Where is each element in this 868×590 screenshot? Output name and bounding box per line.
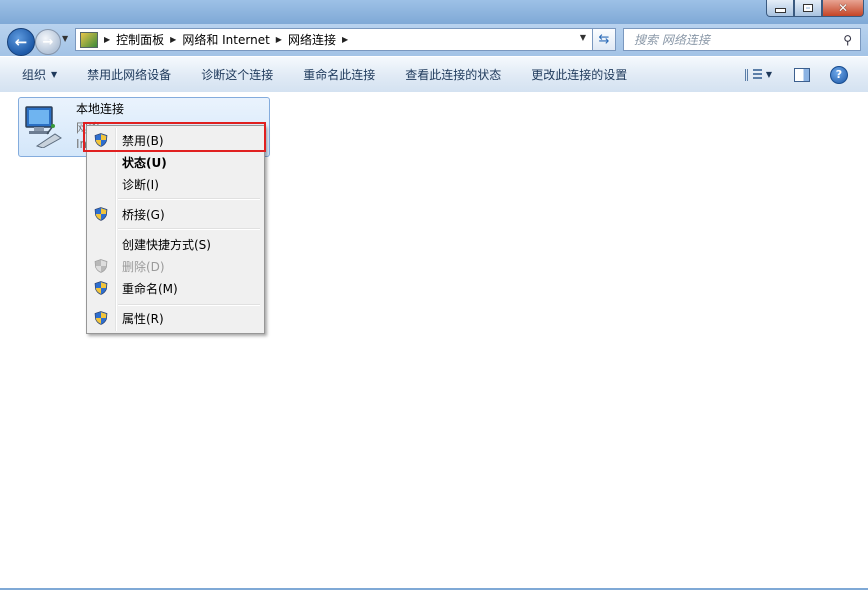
uac-shield-icon — [94, 207, 108, 221]
context-menu: 禁用(B) 状态(U) 诊断(I) 桥接(G) 创建快捷方式(S) 删除(D) — [86, 125, 265, 334]
uac-shield-icon — [94, 281, 108, 295]
annotation-highlight-box — [83, 122, 266, 152]
uac-shield-icon — [94, 259, 108, 273]
maximize-button[interactable] — [794, 0, 822, 17]
command-bar: 组织 ▼ 禁用此网络设备 诊断这个连接 重命名此连接 查看此连接的状态 更改此连… — [0, 56, 868, 93]
menu-item-label: 状态(U) — [122, 155, 167, 170]
breadcrumb-control-panel[interactable]: 控制面板 — [116, 31, 164, 48]
forward-button[interactable]: → — [35, 29, 61, 55]
menu-item-delete: 删除(D) — [89, 255, 262, 277]
change-settings-button[interactable]: 更改此连接的设置 — [516, 63, 642, 87]
menu-item-properties[interactable]: 属性(R) — [89, 307, 262, 329]
menu-item-label: 删除(D) — [122, 259, 165, 274]
window-controls: ✕ — [766, 0, 864, 17]
refresh-button[interactable]: ⇆ — [592, 28, 616, 51]
rename-connection-button[interactable]: 重命名此连接 — [288, 63, 390, 87]
forward-arrow-icon: → — [42, 34, 54, 50]
breadcrumb-separator-icon[interactable]: ▶ — [276, 35, 282, 44]
menu-separator — [118, 228, 260, 230]
close-button[interactable]: ✕ — [822, 0, 864, 17]
search-box[interactable]: 搜索 网络连接 ⚲ — [623, 28, 861, 51]
menu-item-label: 创建快捷方式(S) — [122, 237, 211, 252]
address-bar[interactable]: ▶ 控制面板 ▶ 网络和 Internet ▶ 网络连接 ▶ ▼ — [75, 28, 593, 51]
view-status-button[interactable]: 查看此连接的状态 — [390, 63, 516, 87]
title-bar: ✕ — [0, 0, 868, 24]
navigation-bar: ← → ▼ ▶ 控制面板 ▶ 网络和 Internet ▶ 网络连接 ▶ ▼ ⇆… — [0, 24, 868, 56]
view-options-dropdown[interactable]: ▼ — [766, 70, 772, 79]
menu-item-label: 诊断(I) — [122, 177, 159, 192]
preview-pane-icon[interactable] — [794, 67, 810, 82]
diagnose-connection-button[interactable]: 诊断这个连接 — [186, 63, 288, 87]
minimize-button[interactable] — [766, 0, 794, 17]
menu-item-label: 桥接(G) — [122, 207, 165, 222]
breadcrumb-separator-icon[interactable]: ▶ — [342, 35, 348, 44]
network-adapter-icon — [25, 106, 62, 148]
menu-item-create-shortcut[interactable]: 创建快捷方式(S) — [89, 233, 262, 255]
disable-device-button[interactable]: 禁用此网络设备 — [72, 63, 186, 87]
search-icon[interactable]: ⚲ — [843, 33, 852, 47]
address-history-dropdown[interactable]: ▼ — [580, 33, 586, 42]
menu-separator — [118, 304, 260, 306]
connection-name: 本地连接 — [76, 102, 125, 116]
chevron-down-icon: ▼ — [51, 70, 58, 79]
toolbar-right-controls: ▼ ? — [744, 57, 868, 92]
minimize-icon — [774, 8, 786, 13]
menu-item-status[interactable]: 状态(U) — [89, 151, 262, 173]
breadcrumb-network-connections[interactable]: 网络连接 — [288, 31, 336, 48]
menu-separator — [118, 198, 260, 200]
organize-button[interactable]: 组织 ▼ — [0, 63, 72, 87]
menu-item-rename[interactable]: 重命名(M) — [89, 277, 262, 299]
breadcrumb-network-internet[interactable]: 网络和 Internet — [182, 31, 269, 48]
maximize-icon — [803, 4, 813, 12]
menu-item-bridge[interactable]: 桥接(G) — [89, 203, 262, 225]
explorer-window: ✕ ← → ▼ ▶ 控制面板 ▶ 网络和 Internet ▶ 网络连接 ▶ ▼… — [0, 0, 868, 590]
breadcrumb-separator-icon[interactable]: ▶ — [104, 35, 110, 44]
close-icon: ✕ — [837, 1, 849, 15]
control-panel-icon — [80, 31, 98, 48]
back-button[interactable]: ← — [7, 28, 35, 56]
breadcrumb-separator-icon[interactable]: ▶ — [170, 35, 176, 44]
search-input[interactable]: 搜索 网络连接 — [634, 31, 843, 48]
refresh-icon: ⇆ — [598, 32, 610, 47]
uac-shield-icon — [94, 311, 108, 325]
menu-item-label: 属性(R) — [122, 311, 164, 326]
organize-label: 组织 — [22, 68, 47, 82]
back-arrow-icon: ← — [14, 33, 28, 51]
help-icon[interactable]: ? — [830, 65, 848, 84]
menu-item-diagnose[interactable]: 诊断(I) — [89, 173, 262, 195]
view-options-icon[interactable] — [744, 68, 762, 81]
recent-pages-dropdown[interactable]: ▼ — [62, 34, 68, 43]
menu-item-label: 重命名(M) — [122, 281, 178, 296]
